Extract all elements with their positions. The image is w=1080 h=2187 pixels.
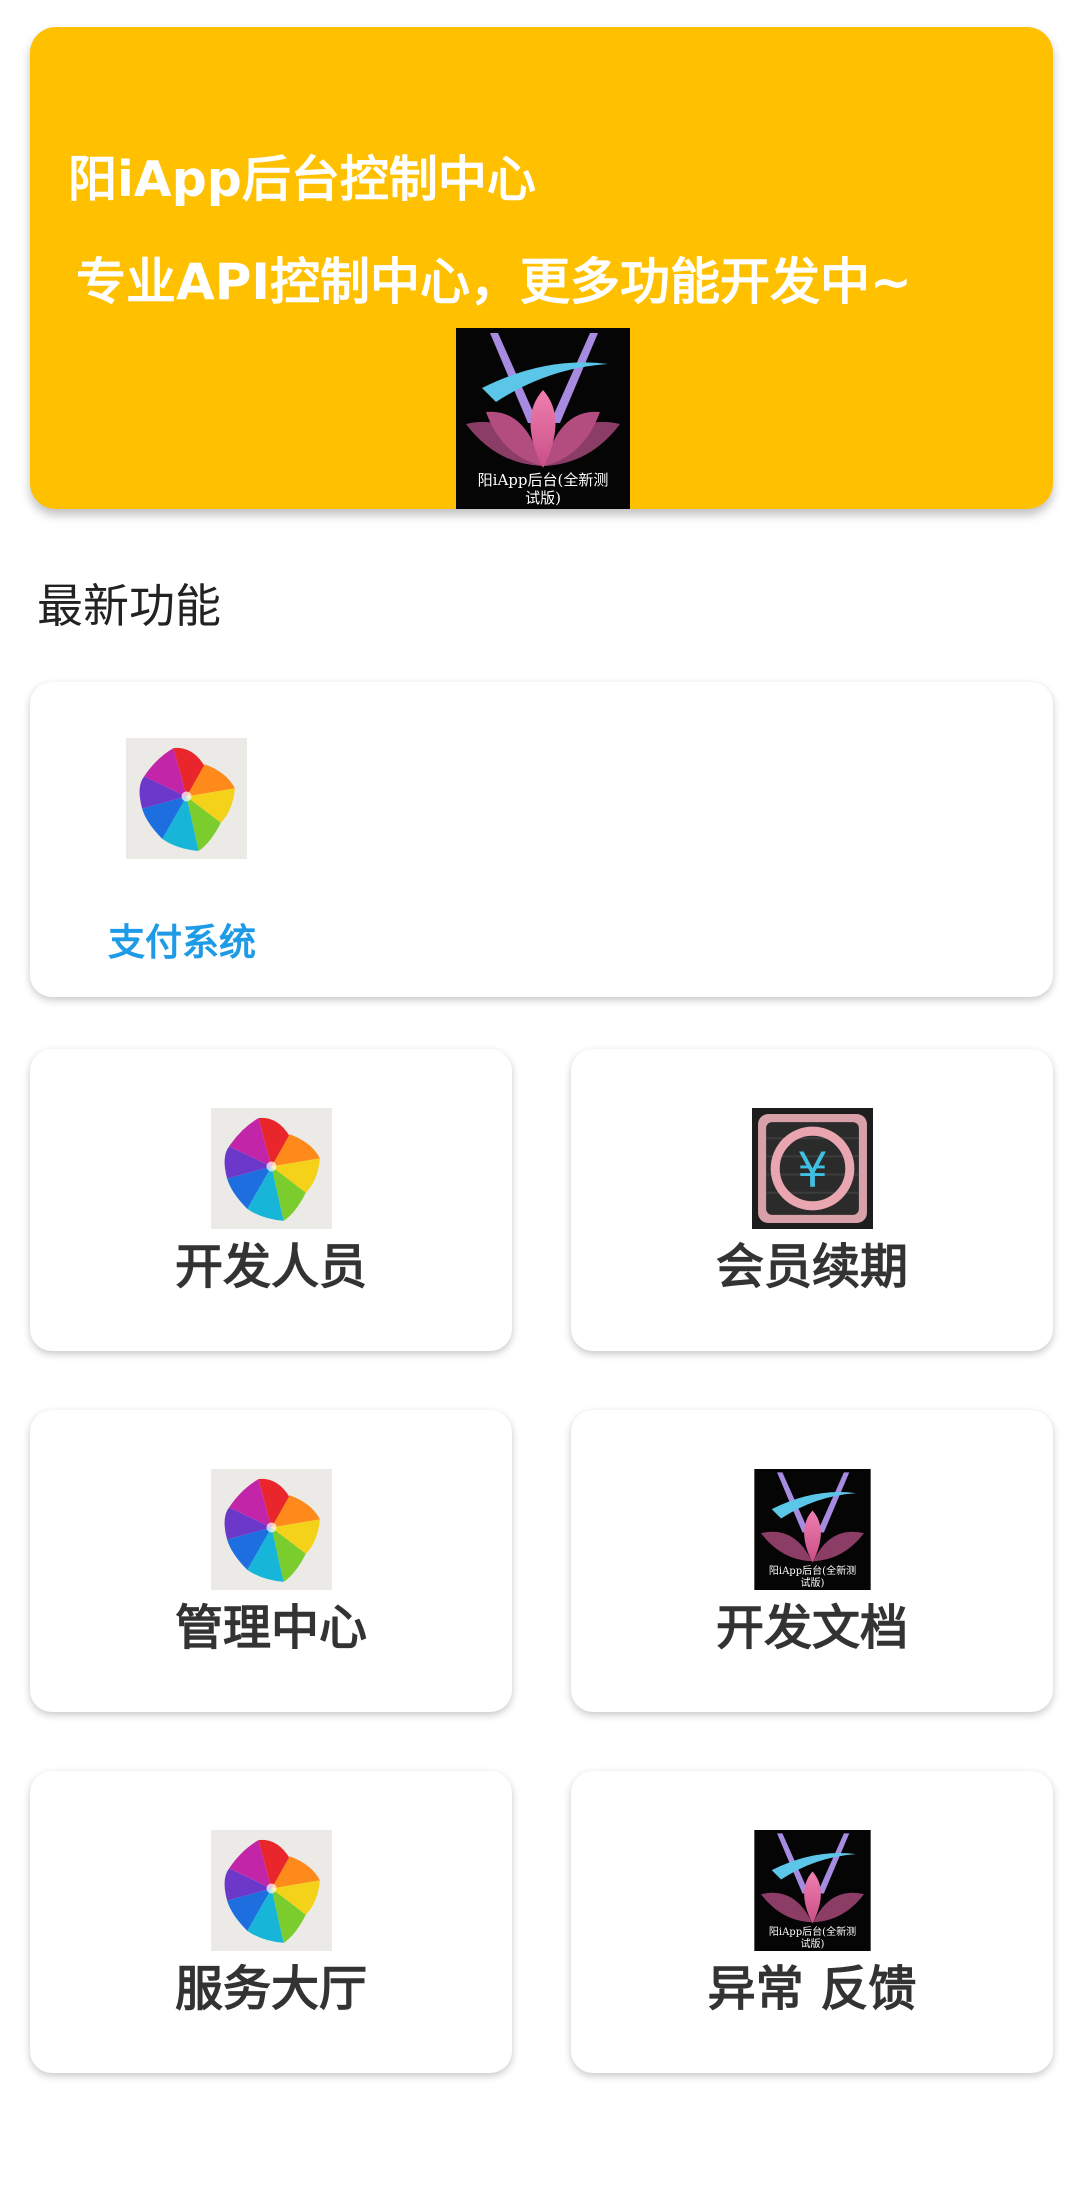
tile-membership-renewal[interactable]: 会员续期 bbox=[571, 1049, 1053, 1351]
pinwheel-star-icon bbox=[126, 738, 247, 859]
tile-label: 异常 反馈 bbox=[707, 1961, 917, 2017]
header-banner: 阳iApp后台控制中心 专业API控制中心，更多功能开发中~ 阳iApp后台(全… bbox=[30, 27, 1053, 509]
banner-title: 阳iApp后台控制中心 bbox=[68, 151, 536, 208]
tile-issue-feedback[interactable]: 阳iApp后台(全新测 试版) 异常 反馈 bbox=[571, 1771, 1053, 2073]
pinwheel-star-icon bbox=[211, 1469, 332, 1590]
lotus-logo-icon: 阳iApp后台(全新测 试版) bbox=[752, 1469, 873, 1590]
logo-caption-1: 阳iApp后台(全新测 bbox=[769, 1564, 856, 1577]
tile-label: 开发文档 bbox=[715, 1600, 908, 1656]
yen-ring-icon bbox=[752, 1108, 873, 1229]
payment-system-card[interactable]: 支付系统 bbox=[30, 682, 1053, 997]
tile-service-hall[interactable]: 服务大厅 bbox=[30, 1771, 512, 2073]
tile-label: 服务大厅 bbox=[174, 1961, 367, 2017]
section-title: 最新功能 bbox=[37, 579, 221, 633]
banner-subtitle: 专业API控制中心，更多功能开发中~ bbox=[76, 253, 912, 311]
logo-caption-2: 试版) bbox=[525, 489, 561, 507]
payment-system-label: 支付系统 bbox=[108, 921, 256, 964]
tile-management-center[interactable]: 管理中心 bbox=[30, 1410, 512, 1712]
lotus-logo-icon: 阳iApp后台(全新测 试版) bbox=[752, 1830, 873, 1951]
tile-label: 开发人员 bbox=[174, 1239, 367, 1295]
logo-caption-1: 阳iApp后台(全新测 bbox=[769, 1925, 856, 1938]
tile-developers[interactable]: 开发人员 bbox=[30, 1049, 512, 1351]
pinwheel-star-icon bbox=[211, 1108, 332, 1229]
tile-label: 管理中心 bbox=[174, 1600, 367, 1656]
lotus-logo-icon: 阳iApp后台(全新测 试版) bbox=[456, 328, 630, 509]
tile-dev-docs[interactable]: 阳iApp后台(全新测 试版) 开发文档 bbox=[571, 1410, 1053, 1712]
tile-label: 会员续期 bbox=[715, 1239, 908, 1295]
logo-caption-1: 阳iApp后台(全新测 bbox=[478, 471, 609, 489]
pinwheel-star-icon bbox=[211, 1830, 332, 1951]
